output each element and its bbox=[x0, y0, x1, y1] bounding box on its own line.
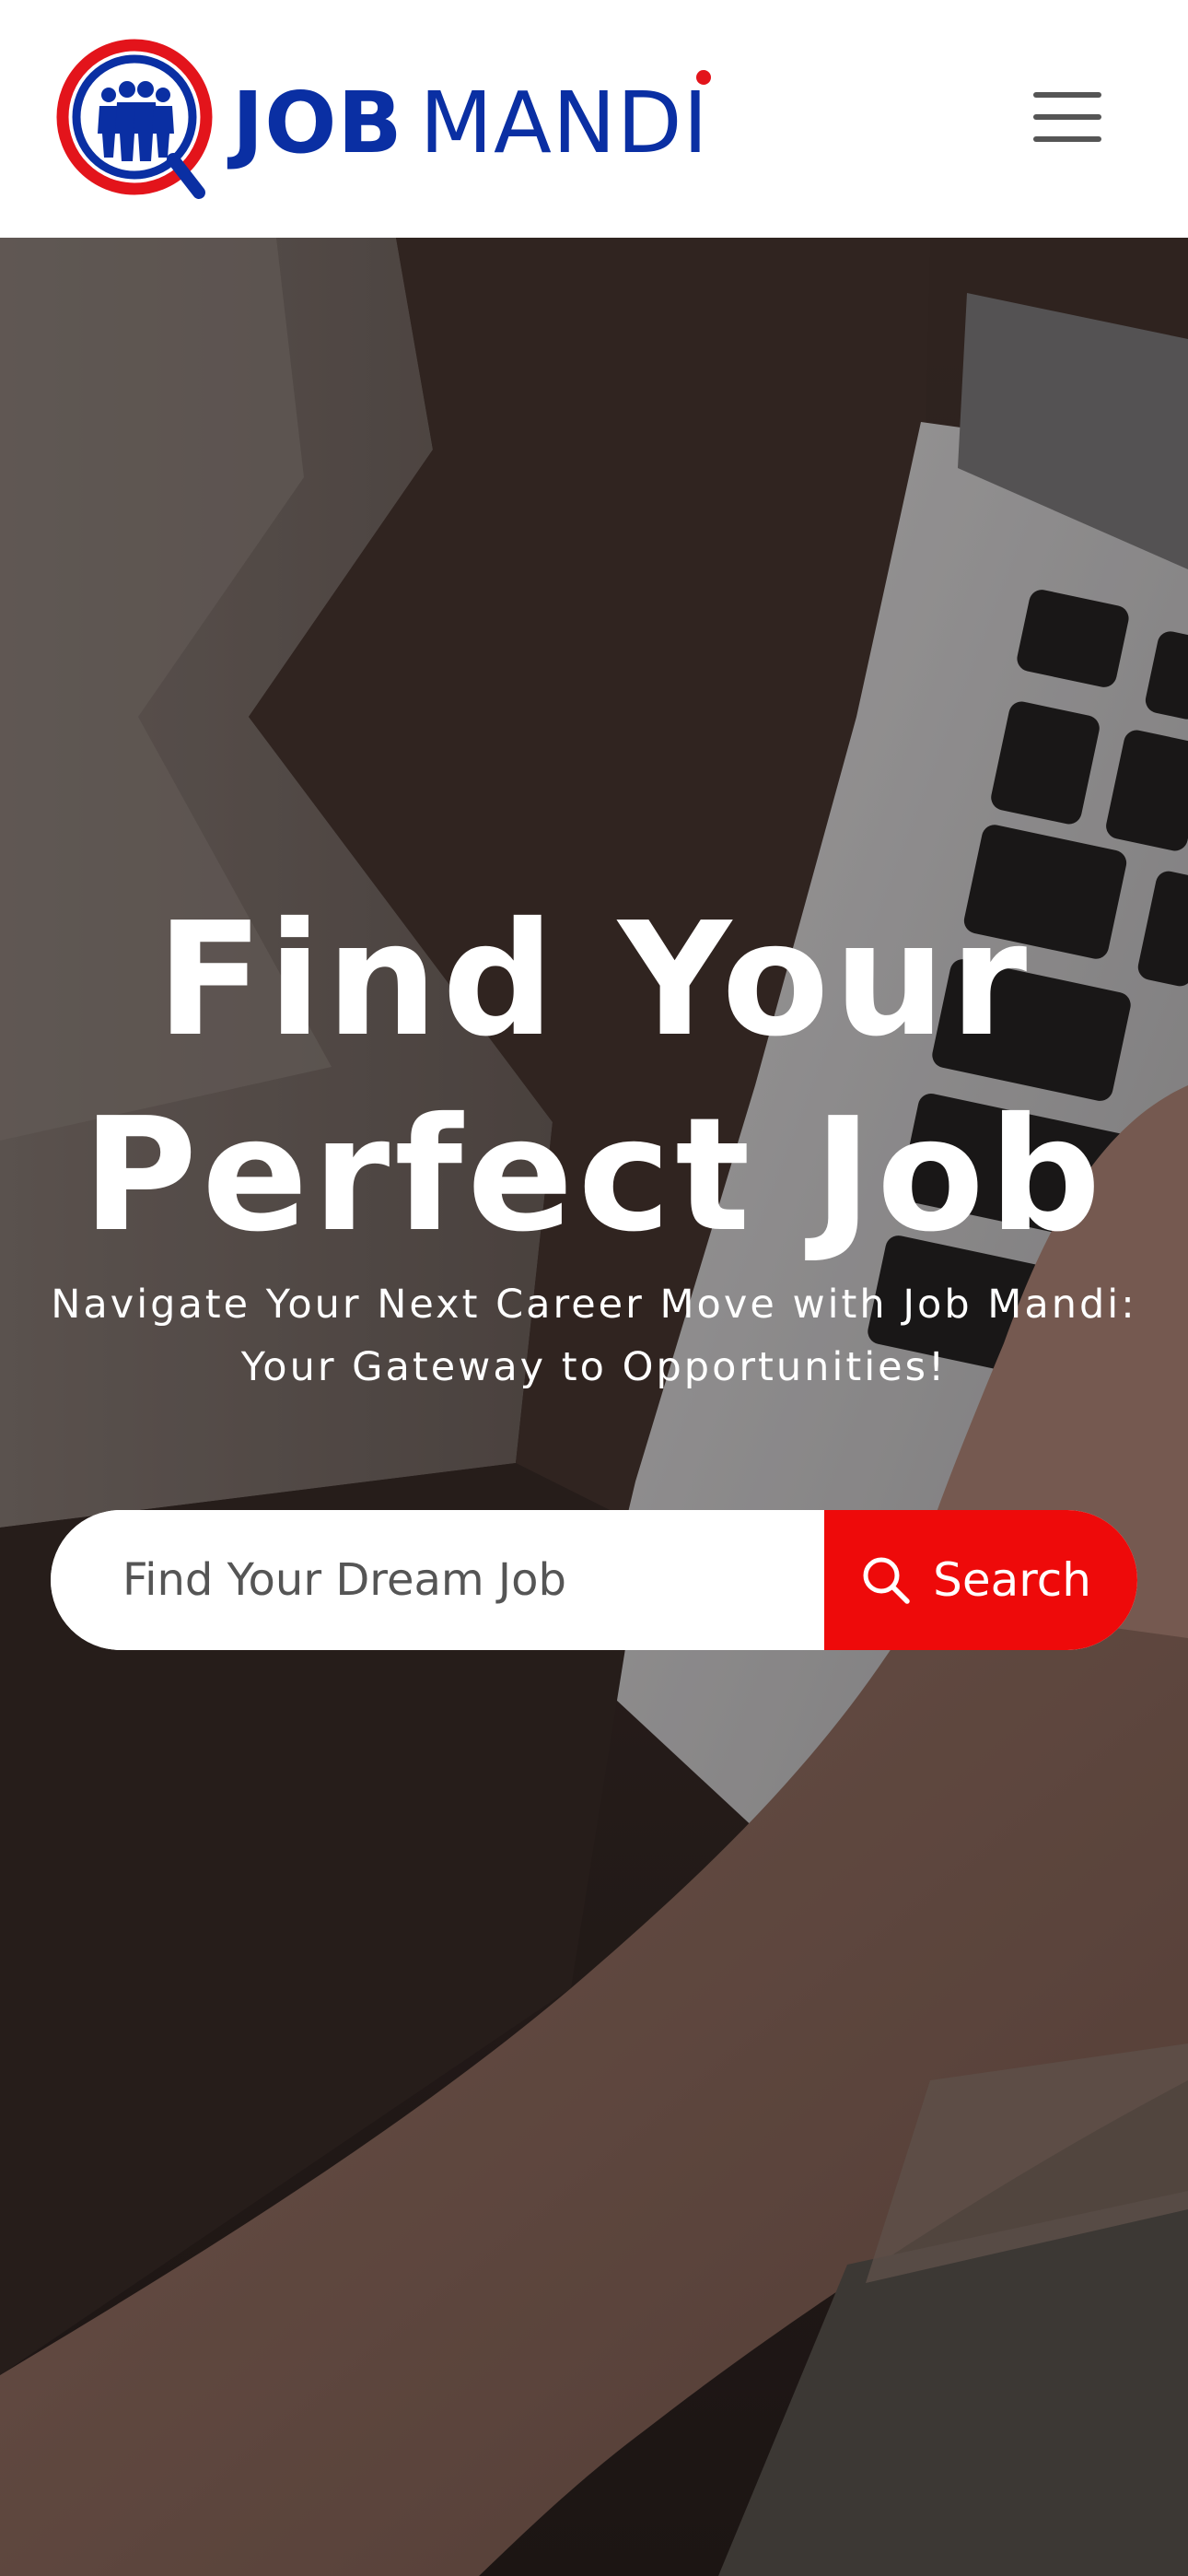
search-icon bbox=[863, 1557, 910, 1604]
job-search-form: Search bbox=[51, 1510, 1137, 1650]
search-button-label: Search bbox=[933, 1553, 1091, 1607]
brand-name-light: MANDI bbox=[419, 74, 709, 172]
magnifier-people-icon bbox=[56, 39, 213, 199]
brand-wordmark: JOB MANDI bbox=[232, 70, 711, 166]
hero-title-line: Find Your bbox=[156, 889, 1032, 1071]
menu-bar bbox=[1033, 114, 1101, 120]
job-search-input[interactable] bbox=[51, 1510, 824, 1650]
search-button[interactable]: Search bbox=[824, 1510, 1137, 1650]
hero-title: Find Your Perfect Job bbox=[0, 883, 1188, 1273]
site-header: JOB MANDI bbox=[0, 0, 1188, 238]
hero-overlay bbox=[0, 238, 1188, 2576]
hero-subtitle-line: Your Gateway to Opportunities! bbox=[240, 1344, 948, 1390]
hero-subtitle: Navigate Your Next Career Move with Job … bbox=[18, 1273, 1170, 1399]
brand-dot bbox=[695, 70, 711, 85]
hero-title-line: Perfect Job bbox=[82, 1084, 1106, 1267]
hero-section: Find Your Perfect Job Navigate Your Next… bbox=[0, 238, 1188, 2576]
hero-subtitle-line: Navigate Your Next Career Move with Job … bbox=[51, 1282, 1137, 1328]
menu-bar bbox=[1033, 92, 1101, 98]
brand-name-bold: JOB bbox=[232, 74, 403, 172]
hamburger-menu-icon[interactable] bbox=[1033, 88, 1101, 147]
brand-logo[interactable]: JOB MANDI bbox=[55, 37, 711, 203]
menu-bar bbox=[1033, 136, 1101, 142]
